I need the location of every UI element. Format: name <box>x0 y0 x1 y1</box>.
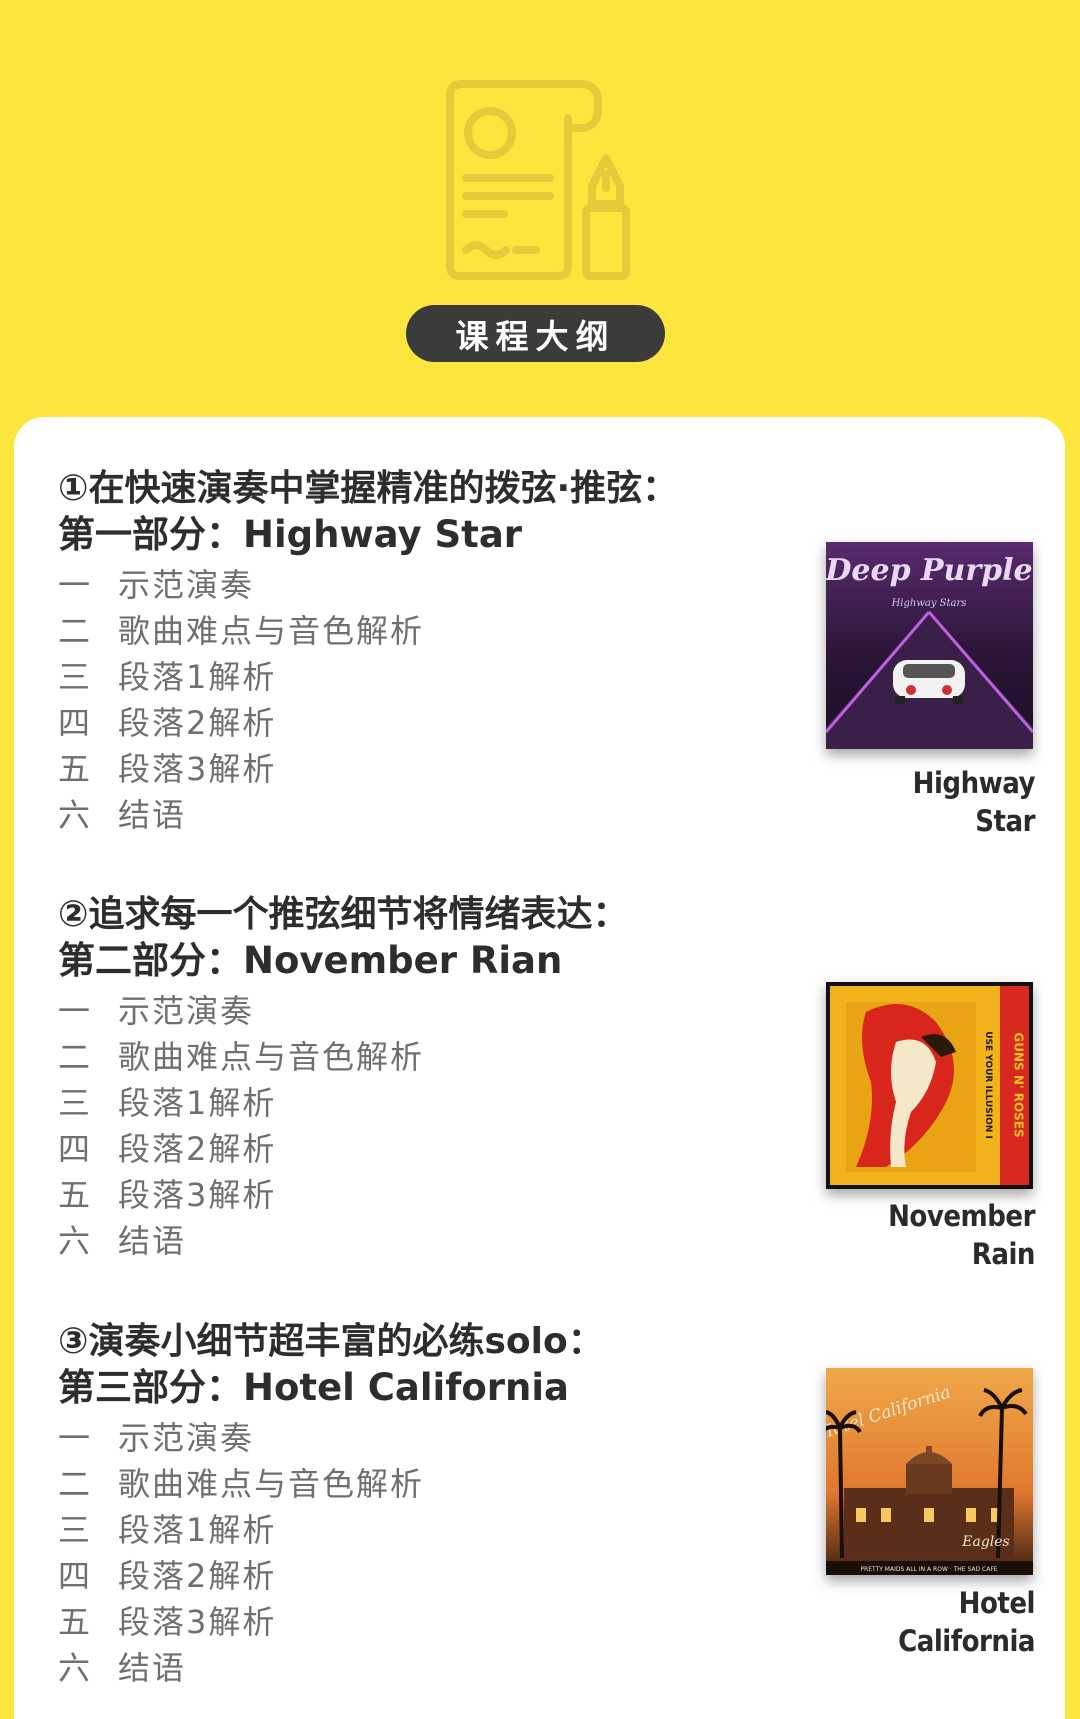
lesson-item[interactable]: 四段落2解析 <box>58 700 424 746</box>
section-part-title: 第二部分：November Rian <box>58 939 563 982</box>
lesson-number: 四 <box>58 704 91 742</box>
album-caption-highway-star: Highway Star <box>835 764 1036 840</box>
lesson-item[interactable]: 四段落2解析 <box>58 1126 424 1172</box>
caption-line: California <box>898 1624 1035 1658</box>
lesson-label: 歌曲难点与音色解析 <box>118 1038 425 1076</box>
outline-card: ①在快速演奏中掌握精准的拨弦·推弦： 第一部分：Highway Star 一示范… <box>14 417 1065 1719</box>
lesson-item[interactable]: 六结语 <box>58 1218 424 1264</box>
lesson-label: 歌曲难点与音色解析 <box>118 1465 425 1503</box>
lesson-item[interactable]: 五段落3解析 <box>58 746 424 792</box>
lesson-label: 段落1解析 <box>118 1084 277 1122</box>
album-caption-hotel-california: Hotel California <box>835 1584 1035 1660</box>
lesson-label: 歌曲难点与音色解析 <box>118 612 425 650</box>
lesson-label: 段落2解析 <box>118 1130 277 1168</box>
cover-subtitle: Highway Stars <box>891 598 967 609</box>
cover-subtitle: USE YOUR ILLUSION I <box>983 1031 993 1139</box>
lesson-number: 六 <box>58 1222 91 1260</box>
lesson-number: 二 <box>58 1038 91 1076</box>
lesson-item[interactable]: 五段落3解析 <box>58 1599 424 1645</box>
caption-line: November <box>888 1199 1035 1233</box>
lesson-number: 五 <box>58 1603 91 1641</box>
lesson-label: 结语 <box>118 796 187 834</box>
lesson-item[interactable]: 一示范演奏 <box>58 988 424 1034</box>
lesson-number: 一 <box>58 992 91 1030</box>
lesson-number: 六 <box>58 1649 91 1687</box>
caption-line: Highway <box>912 766 1036 800</box>
caption-line: Hotel <box>958 1586 1036 1620</box>
lesson-number: 六 <box>58 796 91 834</box>
lesson-list: 一示范演奏 二歌曲难点与音色解析 三段落1解析 四段落2解析 五段落3解析 六结… <box>58 1415 424 1691</box>
album-cover-hotel-california: Hotel California Eagles PRETTY MAIDS ALL… <box>826 1368 1033 1575</box>
lesson-label: 结语 <box>118 1222 187 1260</box>
lesson-label: 段落1解析 <box>118 658 277 696</box>
caption-line: Rain <box>971 1237 1036 1271</box>
lesson-item[interactable]: 四段落2解析 <box>58 1553 424 1599</box>
lesson-number: 四 <box>58 1130 91 1168</box>
course-outline-badge: 课程大纲 <box>406 305 665 362</box>
caption-line: Star <box>975 804 1035 838</box>
cover-subtitle: Eagles <box>961 1534 1009 1550</box>
section-heading: ③演奏小细节超丰富的必练solo： <box>58 1321 604 1362</box>
lesson-item[interactable]: 五段落3解析 <box>58 1172 424 1218</box>
lesson-list: 一示范演奏 二歌曲难点与音色解析 三段落1解析 四段落2解析 五段落3解析 六结… <box>58 562 424 838</box>
lesson-number: 一 <box>58 566 91 604</box>
lesson-number: 二 <box>58 1465 91 1503</box>
lesson-number: 五 <box>58 750 91 788</box>
lesson-number: 三 <box>58 1084 91 1122</box>
lesson-label: 结语 <box>118 1649 187 1687</box>
section-part-title: 第一部分：Highway Star <box>58 513 523 556</box>
lesson-number: 二 <box>58 612 91 650</box>
lesson-number: 三 <box>58 1511 91 1549</box>
lesson-number: 五 <box>58 1176 91 1214</box>
lesson-item[interactable]: 二歌曲难点与音色解析 <box>58 1034 424 1080</box>
lesson-item[interactable]: 三段落1解析 <box>58 1080 424 1126</box>
album-cover-november-rain: GUNS N' ROSES USE YOUR ILLUSION I <box>826 982 1033 1189</box>
section-heading: ②追求每一个推弦细节将情绪表达： <box>58 894 629 935</box>
document-pen-icon <box>440 78 650 283</box>
lesson-label: 示范演奏 <box>118 566 255 604</box>
lesson-number: 一 <box>58 1419 91 1457</box>
lesson-label: 段落3解析 <box>118 750 277 788</box>
lesson-item[interactable]: 二歌曲难点与音色解析 <box>58 608 424 654</box>
cover-title: Deep Purple <box>826 553 1033 588</box>
album-caption-november-rain: November Rain <box>835 1197 1035 1273</box>
lesson-item[interactable]: 一示范演奏 <box>58 562 424 608</box>
lesson-item[interactable]: 六结语 <box>58 1645 424 1691</box>
lesson-label: 段落3解析 <box>118 1176 277 1214</box>
album-cover-highway-star: Deep Purple Highway Stars <box>826 542 1033 749</box>
lesson-item[interactable]: 三段落1解析 <box>58 654 424 700</box>
lesson-label: 段落1解析 <box>118 1511 277 1549</box>
section-part-title: 第三部分：Hotel California <box>58 1366 569 1409</box>
lesson-number: 四 <box>58 1557 91 1595</box>
cover-title: GUNS N' ROSES <box>1012 1032 1026 1137</box>
lesson-label: 段落2解析 <box>118 1557 277 1595</box>
lesson-label: 示范演奏 <box>118 992 255 1030</box>
lesson-item[interactable]: 二歌曲难点与音色解析 <box>58 1461 424 1507</box>
lesson-item[interactable]: 三段落1解析 <box>58 1507 424 1553</box>
lesson-item[interactable]: 一示范演奏 <box>58 1415 424 1461</box>
lesson-label: 段落2解析 <box>118 704 277 742</box>
lesson-list: 一示范演奏 二歌曲难点与音色解析 三段落1解析 四段落2解析 五段落3解析 六结… <box>58 988 424 1264</box>
lesson-item[interactable]: 六结语 <box>58 792 424 838</box>
cover-footer: PRETTY MAIDS ALL IN A ROW · THE SAD CAFE <box>860 1566 997 1573</box>
lesson-label: 段落3解析 <box>118 1603 277 1641</box>
section-heading: ①在快速演奏中掌握精准的拨弦·推弦： <box>58 468 679 509</box>
lesson-number: 三 <box>58 658 91 696</box>
lesson-label: 示范演奏 <box>118 1419 255 1457</box>
course-outline-page: 课程大纲 ①在快速演奏中掌握精准的拨弦·推弦： 第一部分：Highway Sta… <box>0 0 1080 1719</box>
